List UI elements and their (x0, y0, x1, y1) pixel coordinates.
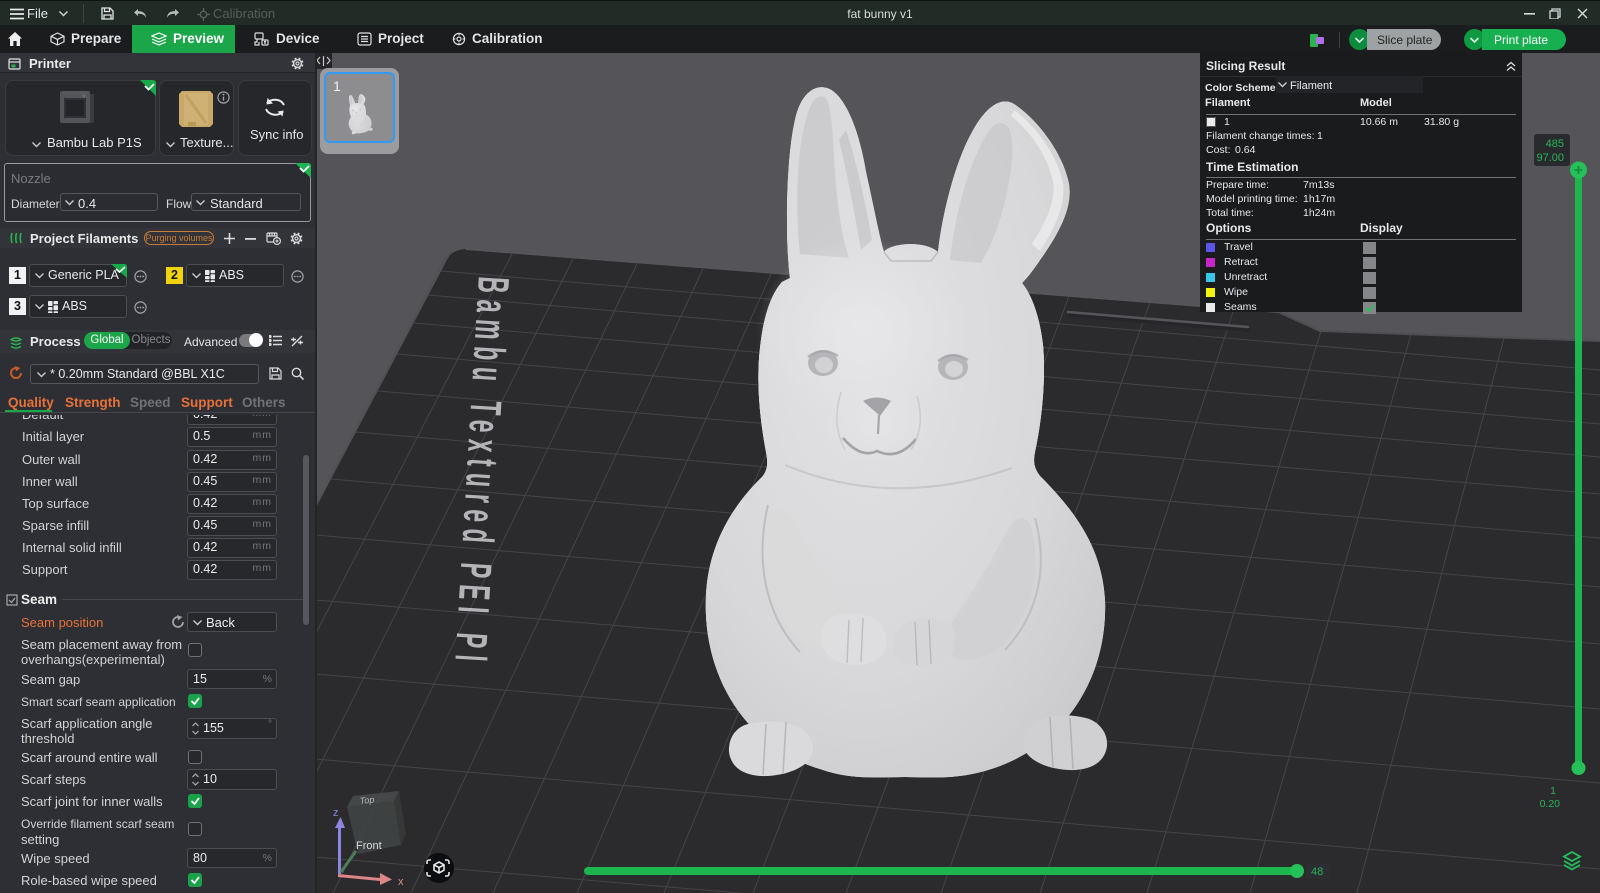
svg-text:0.20: 0.20 (1540, 798, 1561, 810)
svg-text:48: 48 (1311, 866, 1323, 878)
svg-text:Top: Top (359, 795, 375, 806)
svg-text:485: 485 (1546, 138, 1564, 150)
svg-text:Front: Front (356, 840, 382, 852)
svg-text:97.00: 97.00 (1536, 152, 1564, 164)
svg-text:1: 1 (1550, 785, 1556, 797)
svg-text:x: x (398, 876, 404, 888)
svg-text:z: z (333, 807, 339, 819)
